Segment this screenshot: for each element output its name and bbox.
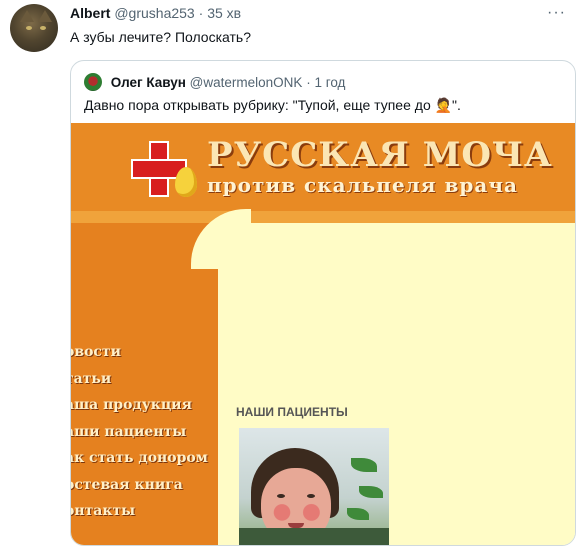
quoted-separator-dot: · <box>306 75 311 90</box>
leaf-shape <box>351 458 377 472</box>
yellow-drop-icon <box>175 167 197 197</box>
site-menu: овости татьи аша продукция аши пациенты … <box>71 339 208 525</box>
tweet-header: Albert @grusha253 · 35 хв <box>70 5 241 21</box>
photo-shirt <box>239 528 389 545</box>
menu-item-news: овости <box>71 344 121 360</box>
quoted-tweet-header: Олег Кавун @watermelonONK · 1 год <box>84 73 345 91</box>
avatar-eye-right <box>40 26 46 30</box>
quoted-tweet-time[interactable]: 1 год <box>314 75 345 90</box>
leaf-shape <box>359 486 383 498</box>
menu-item-contacts: онтакты <box>71 503 136 519</box>
menu-item-articles: татьи <box>71 370 112 387</box>
patient-photo <box>239 428 389 545</box>
quoted-tweet-text: Давно пора открывать рубрику: "Тупой, ещ… <box>84 97 461 113</box>
section-title: НАШИ ПАЦИЕНТЫ <box>236 405 348 419</box>
more-options-icon[interactable]: ··· <box>547 4 566 22</box>
menu-item-products: аша продукция <box>71 397 192 413</box>
photo-eye-right <box>307 494 315 498</box>
separator-dot: · <box>198 5 204 21</box>
menu-item-guestbook: остевая книга <box>71 476 183 493</box>
leaf-shape <box>347 508 369 520</box>
author-handle[interactable]: @grusha253 <box>114 5 194 21</box>
avatar-ear-right <box>38 10 52 22</box>
avatar-ear-left <box>20 10 34 22</box>
tweet-text: А зубы лечите? Полоскать? <box>70 29 251 45</box>
site-subtitle: против скальпеля врача <box>207 173 518 197</box>
quoted-tweet[interactable]: Олег Кавун @watermelonONK · 1 год Давно … <box>70 60 576 546</box>
menu-item-patients: аши пациенты <box>71 423 187 440</box>
quoted-author-handle[interactable]: @watermelonONK <box>190 75 303 90</box>
tweet-time[interactable]: 35 хв <box>207 5 241 21</box>
author-name[interactable]: Albert <box>70 5 110 21</box>
site-title: РУССКАЯ МОЧА <box>207 135 553 175</box>
quoted-author-avatar[interactable] <box>84 73 102 91</box>
author-avatar[interactable] <box>10 4 58 52</box>
avatar-eye-left <box>26 26 32 30</box>
quoted-author-name[interactable]: Олег Кавун <box>111 75 186 90</box>
photo-eye-left <box>277 494 285 498</box>
menu-item-donor: ак стать донором <box>71 450 208 466</box>
tweet-media-image[interactable]: РУССКАЯ МОЧА против скальпеля врача овос… <box>71 123 575 545</box>
